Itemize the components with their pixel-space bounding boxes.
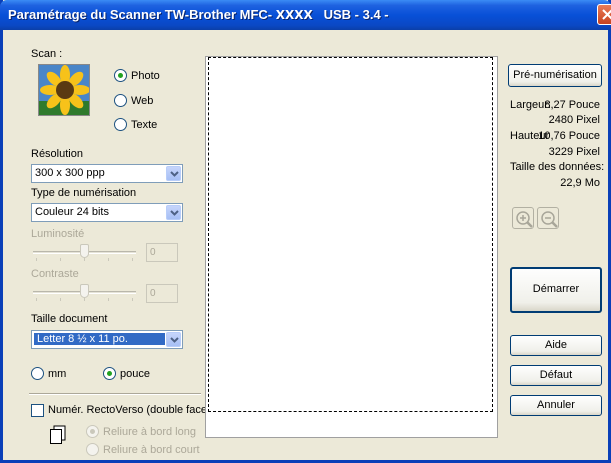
radio-dot bbox=[114, 69, 127, 82]
default-button[interactable]: Défaut bbox=[510, 365, 602, 386]
height-inches: 10,76 Pouce bbox=[538, 130, 600, 142]
tick bbox=[132, 258, 133, 261]
height-pixels: 3229 Pixel bbox=[548, 146, 600, 158]
chevron-down-icon[interactable] bbox=[166, 332, 181, 347]
prescan-button[interactable]: Pré-numérisation bbox=[508, 64, 602, 87]
radio-dot bbox=[86, 425, 99, 438]
title-bar[interactable]: Paramétrage du Scanner TW-Brother MFC- X… bbox=[0, 0, 611, 30]
contrast-value-field[interactable]: 0 bbox=[146, 284, 178, 303]
window-title: Paramétrage du Scanner TW-Brother MFC- X… bbox=[8, 7, 389, 22]
start-button[interactable]: Démarrer bbox=[510, 267, 602, 313]
cancel-button[interactable]: Annuler bbox=[510, 395, 602, 416]
radio-dot bbox=[103, 367, 116, 380]
scan-type-select[interactable]: Couleur 24 bits bbox=[31, 203, 183, 222]
scanner-settings-window: Paramétrage du Scanner TW-Brother MFC- X… bbox=[0, 0, 611, 463]
scan-web-radio[interactable]: Web bbox=[114, 94, 153, 107]
title-model: XXXX bbox=[275, 8, 313, 22]
zoom-in-button[interactable] bbox=[512, 207, 534, 229]
duplex-label: Numér. RectoVerso (double face) bbox=[48, 404, 211, 416]
tick bbox=[132, 298, 133, 301]
radio-label: Reliure à bord court bbox=[103, 443, 200, 456]
zoom-out-icon bbox=[541, 211, 558, 228]
data-size-label: Taille des données: bbox=[510, 161, 605, 173]
prescan-label: Pré-numérisation bbox=[513, 69, 597, 81]
help-label: Aide bbox=[544, 339, 568, 351]
start-label: Démarrer bbox=[532, 283, 580, 295]
preview-area[interactable] bbox=[205, 56, 498, 438]
resolution-value: 300 x 300 ppp bbox=[35, 167, 105, 179]
radio-dot bbox=[31, 367, 44, 380]
duplex-pages-icon bbox=[49, 425, 67, 445]
divider bbox=[29, 393, 201, 395]
contrast-label: Contraste bbox=[31, 268, 79, 280]
radio-label: Reliure à bord long bbox=[103, 425, 196, 438]
unit-mm-radio[interactable]: mm bbox=[31, 367, 66, 380]
tick bbox=[108, 258, 109, 261]
scan-type-value: Couleur 24 bits bbox=[35, 206, 109, 218]
chevron-down-icon[interactable] bbox=[166, 205, 181, 220]
close-icon bbox=[602, 9, 611, 20]
doc-size-label: Taille document bbox=[31, 313, 108, 325]
radio-dot bbox=[114, 94, 127, 107]
radio-dot bbox=[86, 443, 99, 456]
resolution-label: Résolution bbox=[31, 148, 83, 160]
tick bbox=[84, 258, 85, 261]
data-size-value: 22,9 Mo bbox=[560, 177, 600, 189]
unit-inch-radio[interactable]: pouce bbox=[103, 367, 150, 380]
radio-label: Photo bbox=[131, 69, 160, 82]
radio-label: pouce bbox=[120, 367, 150, 380]
tick bbox=[60, 298, 61, 301]
tick bbox=[108, 298, 109, 301]
tick bbox=[60, 258, 61, 261]
scan-area-selection[interactable] bbox=[208, 57, 493, 412]
doc-size-value: Letter 8 ½ x 11 po. bbox=[34, 333, 165, 345]
tick bbox=[84, 298, 85, 301]
radio-label: Web bbox=[131, 94, 154, 107]
duplex-checkbox[interactable] bbox=[31, 404, 44, 417]
close-button[interactable] bbox=[597, 4, 611, 25]
zoom-out-button[interactable] bbox=[537, 207, 559, 229]
contrast-slider-thumb[interactable] bbox=[80, 284, 89, 298]
radio-label: Texte bbox=[131, 118, 158, 131]
binding-short-radio[interactable]: Reliure à bord court bbox=[86, 443, 200, 456]
scan-label: Scan : bbox=[31, 48, 63, 60]
width-inches: 8,27 Pouce bbox=[544, 99, 600, 111]
default-label: Défaut bbox=[539, 369, 573, 381]
zoom-in-icon bbox=[516, 211, 533, 228]
doc-size-select[interactable]: Letter 8 ½ x 11 po. bbox=[31, 330, 183, 349]
brightness-value-field[interactable]: 0 bbox=[146, 243, 178, 262]
scan-photo-radio[interactable]: Photo bbox=[114, 69, 160, 82]
tick bbox=[36, 258, 37, 261]
binding-long-radio[interactable]: Reliure à bord long bbox=[86, 425, 196, 438]
radio-dot bbox=[114, 118, 127, 131]
width-pixels: 2480 Pixel bbox=[548, 114, 600, 126]
title-suffix: USB - 3.4 - bbox=[323, 7, 389, 22]
sunflower-photo-icon bbox=[38, 64, 90, 116]
brightness-label: Luminosité bbox=[31, 228, 85, 240]
help-button[interactable]: Aide bbox=[510, 335, 602, 356]
tick bbox=[36, 298, 37, 301]
scan-text-radio[interactable]: Texte bbox=[114, 118, 157, 131]
scan-type-label: Type de numérisation bbox=[31, 187, 137, 199]
resolution-select[interactable]: 300 x 300 ppp bbox=[31, 164, 183, 183]
radio-label: mm bbox=[48, 367, 67, 380]
title-prefix: Paramétrage du Scanner TW-Brother MFC- bbox=[8, 7, 273, 22]
brightness-slider-thumb[interactable] bbox=[80, 244, 89, 258]
chevron-down-icon[interactable] bbox=[166, 166, 181, 181]
cancel-label: Annuler bbox=[537, 399, 575, 411]
